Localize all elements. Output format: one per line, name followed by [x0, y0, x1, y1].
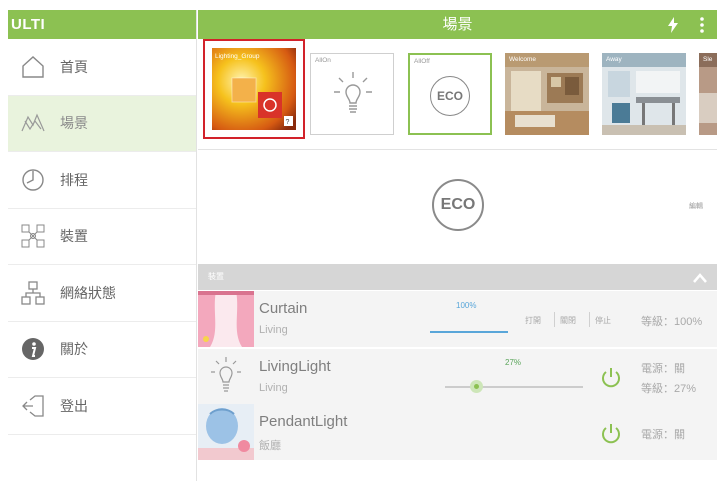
scene-caption: Sle — [703, 56, 713, 63]
sidebar-item-scene[interactable]: 場景 — [8, 95, 196, 152]
scene-caption: Lighting_Group — [215, 53, 260, 60]
power-state-label: 電源：關 — [641, 363, 685, 375]
info-icon — [20, 336, 46, 362]
sidebar-item-label: 網絡狀態 — [60, 284, 116, 301]
curtain-level-label: 等級：100% — [641, 316, 703, 328]
network-icon — [20, 280, 46, 306]
sidebar: ULTI 首頁 場景 排程 裝置 網絡狀態 關於 登出 — [8, 10, 197, 481]
curtain-stop-button[interactable]: 停止 — [595, 315, 611, 326]
scene-icon — [20, 110, 46, 136]
sidebar-item-label: 場景 — [60, 115, 88, 132]
eco-icon-text: ECO — [440, 196, 476, 213]
edit-button[interactable]: 編輯 — [689, 201, 703, 211]
scene-all-on[interactable]: AllOn — [310, 53, 394, 135]
curtain-percent: 100% — [456, 301, 477, 310]
pendant-light-thumbnail — [198, 404, 254, 460]
sidebar-item-home[interactable]: 首頁 — [8, 39, 196, 96]
sidebar-item-about[interactable]: 關於 — [8, 322, 196, 378]
bulb-icon — [198, 349, 254, 405]
bulb-icon — [333, 70, 373, 123]
scene-caption: AllOff — [414, 58, 430, 65]
lightning-icon[interactable] — [667, 17, 679, 33]
scene-lighting-group[interactable]: Lighting_Group ? — [212, 48, 296, 130]
chevron-up-icon[interactable] — [693, 271, 707, 283]
light-percent: 27% — [505, 358, 522, 367]
brightness-level-label: 等級：27% — [641, 383, 697, 395]
scene-welcome[interactable]: Welcome — [505, 53, 589, 135]
sidebar-item-label: 裝置 — [60, 228, 88, 245]
device-name: Curtain — [259, 300, 308, 317]
device-row-pendant-light[interactable]: PendantLight 飯廳 電源：關 — [198, 404, 717, 461]
scene-caption: Away — [606, 56, 622, 63]
page-title: 場景 — [442, 16, 473, 33]
away-thumbnail — [602, 53, 686, 135]
scene-caption: AllOn — [315, 57, 331, 64]
scene-badge: ? — [285, 119, 290, 126]
welcome-thumbnail — [505, 53, 589, 135]
sidebar-item-label: 排程 — [60, 171, 88, 188]
divider — [589, 312, 590, 327]
dimmer-slider-handle-dot — [474, 384, 479, 389]
sidebar-item-network[interactable]: 網絡狀態 — [8, 265, 196, 322]
power-icon[interactable] — [600, 366, 622, 388]
sleep-thumbnail — [699, 53, 717, 135]
device-room: 飯廳 — [259, 440, 281, 452]
scene-all-off[interactable]: AllOff ECO — [408, 53, 492, 135]
sidebar-item-schedule[interactable]: 排程 — [8, 152, 196, 209]
device-row-living-light[interactable]: LivingLight Living 27% 電源：關 等級：27% — [198, 349, 717, 406]
device-row-curtain[interactable]: Curtain Living 100% 打開 關閉 停止 等級：100% — [198, 291, 717, 348]
home-icon — [20, 54, 46, 80]
power-state-label: 電源：關 — [641, 429, 685, 441]
dimmer-slider-track[interactable] — [445, 386, 583, 388]
app-title: ULTI — [8, 10, 196, 39]
divider — [554, 312, 555, 327]
top-bar: 場景 — [198, 10, 717, 39]
device-room: Living — [259, 324, 288, 336]
scene-sleep[interactable]: Sle — [699, 53, 717, 135]
eco-icon-text: ECO — [436, 89, 463, 103]
device-name: LivingLight — [259, 358, 331, 375]
devices-icon — [20, 223, 46, 249]
sidebar-item-label: 登出 — [60, 397, 88, 414]
current-scene-panel: ECO 編輯 — [198, 151, 717, 263]
curtain-level-bar[interactable] — [430, 331, 508, 333]
eco-icon[interactable]: ECO — [432, 179, 484, 231]
sidebar-item-devices[interactable]: 裝置 — [8, 209, 196, 265]
curtain-thumbnail — [198, 291, 254, 347]
logout-icon — [20, 393, 46, 419]
eco-icon: ECO — [430, 76, 470, 116]
more-menu-icon[interactable] — [699, 17, 705, 33]
sidebar-item-label: 首頁 — [60, 58, 88, 75]
device-name: PendantLight — [259, 413, 348, 430]
device-room: Living — [259, 382, 288, 394]
curtain-close-button[interactable]: 關閉 — [560, 315, 576, 326]
sidebar-item-label: 關於 — [60, 341, 88, 358]
sidebar-item-logout[interactable]: 登出 — [8, 378, 196, 435]
scene-caption: Welcome — [509, 56, 536, 63]
clock-icon — [20, 167, 46, 193]
devices-section-header[interactable]: 裝置 — [198, 264, 717, 290]
curtain-open-button[interactable]: 打開 — [525, 315, 541, 326]
scene-list: Lighting_Group ? AllOn AllOff ECO Welcom… — [198, 39, 717, 150]
scene-away[interactable]: Away — [602, 53, 686, 135]
power-icon[interactable] — [600, 422, 622, 444]
devices-section-title: 裝置 — [208, 272, 224, 281]
lighting-group-thumbnail — [212, 48, 296, 130]
